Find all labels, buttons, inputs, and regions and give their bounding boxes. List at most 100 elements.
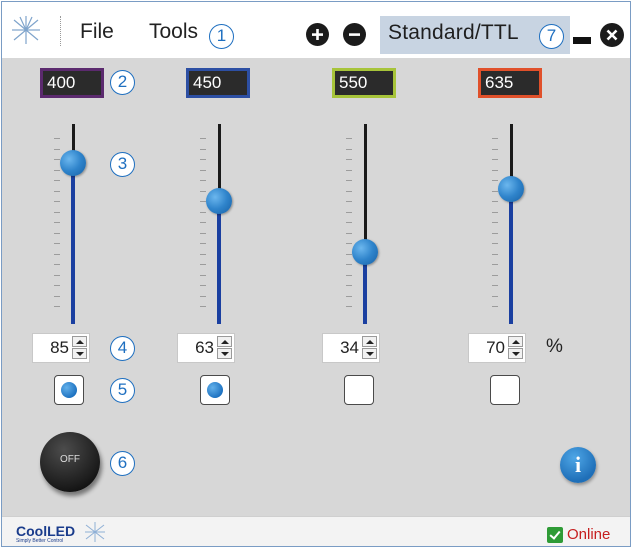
slider-tick: [346, 148, 352, 150]
wavelength-label-450: 450: [186, 68, 250, 98]
channel-enable-checkbox-450[interactable]: [200, 375, 230, 405]
intensity-slider-635[interactable]: [492, 124, 532, 324]
slider-tick: [346, 274, 352, 276]
slider-tick: [346, 180, 352, 181]
wavelength-label-635: 635: [478, 68, 542, 98]
intensity-value: 85: [50, 338, 69, 357]
spin-down-button[interactable]: [217, 348, 232, 359]
slider-tick: [346, 138, 352, 139]
slider-tick: [200, 232, 206, 234]
wavelength-label-550: 550: [332, 68, 396, 98]
slider-thumb[interactable]: [498, 176, 524, 203]
slider-tick: [200, 148, 206, 150]
slider-tick: [346, 232, 352, 234]
slider-tick: [200, 243, 206, 244]
slider-tick: [492, 253, 498, 255]
intensity-slider-450[interactable]: [200, 124, 240, 324]
slider-tick: [492, 264, 498, 265]
slider-tick: [54, 190, 60, 192]
brand-tagline: Simply Better Control: [16, 538, 64, 544]
spin-up-button[interactable]: [217, 336, 232, 347]
slider-tick: [200, 306, 206, 307]
intensity-slider-400[interactable]: [54, 124, 94, 324]
slider-tick: [492, 285, 498, 286]
slider-tick: [346, 222, 352, 223]
percent-unit-label: %: [546, 336, 563, 357]
spin-up-button[interactable]: [362, 336, 377, 347]
slider-tick: [492, 180, 498, 181]
slider-tick: [492, 232, 498, 234]
slider-tick: [492, 222, 498, 223]
off-button[interactable]: OFF: [40, 432, 100, 492]
close-button[interactable]: [600, 23, 624, 47]
slider-tick: [346, 159, 352, 160]
intensity-value: 63: [195, 338, 214, 357]
callout-6: 6: [110, 451, 135, 476]
slider-tick: [346, 306, 352, 307]
channel-enable-checkbox-400[interactable]: [54, 375, 84, 405]
minimize-button[interactable]: [571, 24, 591, 46]
intensity-value: 70: [486, 338, 505, 357]
off-button-label: OFF: [60, 454, 80, 465]
slider-tick: [492, 306, 498, 307]
starburst-logo-icon: [85, 522, 105, 542]
slider-tick: [200, 159, 206, 160]
spin-down-button[interactable]: [362, 348, 377, 359]
channel-enable-checkbox-550[interactable]: [344, 375, 374, 405]
slider-tick: [346, 243, 352, 244]
coolled-control-window: File Tools Standard/TTL 1 2 3 4 5 6 7 8 …: [1, 1, 631, 547]
intensity-value: 34: [340, 338, 359, 357]
slider-tick: [346, 264, 352, 265]
slider-tick: [54, 148, 60, 150]
slider-tick: [54, 169, 60, 171]
info-icon: i: [574, 452, 582, 477]
slider-tick: [54, 211, 60, 213]
slider-tick: [492, 159, 498, 160]
slider-thumb[interactable]: [352, 238, 378, 265]
close-icon: [606, 29, 618, 41]
slider-thumb[interactable]: [60, 150, 86, 177]
slider-tick: [54, 243, 60, 244]
callout-1: 1: [209, 24, 234, 49]
slider-tick: [54, 264, 60, 265]
callout-4: 4: [110, 336, 135, 361]
zoom-in-button[interactable]: [306, 23, 329, 46]
slider-tick: [492, 211, 498, 213]
slider-tick: [346, 285, 352, 286]
status-bar: CoolLED Simply Better Control Online: [2, 516, 630, 546]
slider-tick: [346, 169, 352, 171]
intensity-slider-550[interactable]: [346, 124, 386, 324]
spin-down-button[interactable]: [72, 348, 87, 359]
slider-tick: [200, 222, 206, 223]
callout-7: 7: [539, 24, 564, 49]
info-button[interactable]: i: [560, 447, 596, 483]
slider-tick: [54, 274, 60, 276]
slider-thumb[interactable]: [206, 188, 232, 215]
slider-tick: [200, 264, 206, 265]
slider-tick: [200, 274, 206, 276]
slider-tick: [346, 201, 352, 202]
slider-tick: [200, 295, 206, 297]
menu-file[interactable]: File: [80, 20, 114, 44]
menu-tools[interactable]: Tools: [149, 20, 198, 44]
intensity-input-400[interactable]: 85: [32, 333, 90, 363]
zoom-out-button[interactable]: [343, 23, 366, 46]
slider-tick: [200, 285, 206, 286]
slider-tick: [492, 138, 498, 139]
intensity-input-635[interactable]: 70: [468, 333, 526, 363]
channel-enable-checkbox-635[interactable]: [490, 375, 520, 405]
slider-tick: [54, 222, 60, 223]
callout-2: 2: [110, 70, 135, 95]
spin-up-button[interactable]: [508, 336, 523, 347]
slider-tick: [54, 295, 60, 297]
intensity-input-450[interactable]: 63: [177, 333, 235, 363]
brand-logo: CoolLED: [16, 523, 76, 539]
callout-3: 3: [110, 152, 135, 177]
intensity-input-550[interactable]: 34: [322, 333, 380, 363]
wavelength-label-400: 400: [40, 68, 104, 98]
title-bar: File Tools Standard/TTL: [2, 2, 630, 58]
spin-up-button[interactable]: [72, 336, 87, 347]
slider-tick: [54, 180, 60, 181]
slider-tick: [492, 148, 498, 150]
spin-down-button[interactable]: [508, 348, 523, 359]
